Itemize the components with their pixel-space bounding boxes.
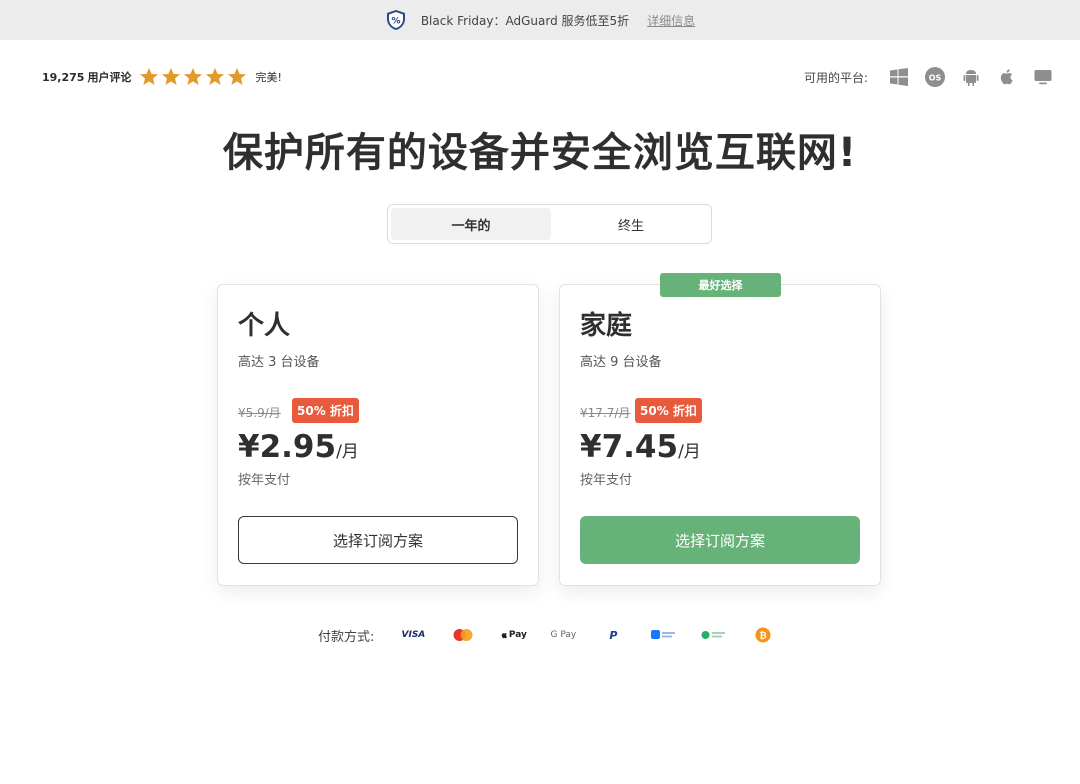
top-info-bar: 19,275 用户评论 完美! 可用的平台: OS (42, 64, 1054, 90)
plan-card-family: 家庭 高达 9 台设备 ¥17.7/月 50% 折扣 ¥7.45/月 按年支付 … (559, 284, 881, 586)
rating-stars (139, 67, 247, 87)
promo-text: Black Friday：AdGuard 服务低至5折 (420, 13, 630, 28)
plan-name: 家庭 (580, 311, 633, 341)
payment-label: 付款方式: (318, 629, 375, 645)
apple-icon[interactable] (996, 66, 1018, 88)
platforms: 可用的平台: OS (804, 66, 1054, 88)
star-icon (206, 68, 225, 85)
apple-pay-text: Pay (508, 630, 527, 640)
platforms-label: 可用的平台: (803, 70, 868, 85)
billing-note: 按年支付 (580, 473, 633, 488)
wechat-pay-icon (696, 624, 730, 646)
price-amount: ¥7.45 (580, 429, 679, 465)
plan-card-personal: 个人 高达 3 台设备 ¥5.9/月 50% 折扣 ¥2.95/月 按年支付 选… (217, 284, 539, 586)
star-icon (228, 68, 247, 85)
plan-devices: 高达 9 台设备 (580, 355, 662, 370)
alipay-icon (646, 624, 680, 646)
plan-devices: 高达 3 台设备 (238, 355, 320, 370)
review-label: 用户评论 (87, 71, 132, 84)
star-icon (140, 68, 159, 85)
reviews-summary[interactable]: 19,275 用户评论 完美! (42, 67, 282, 87)
best-choice-badge: 最好选择 (660, 273, 781, 297)
visa-icon: VISA (401, 630, 426, 640)
android-icon[interactable] (960, 66, 982, 88)
apple-pay-icon: Pay (496, 624, 530, 646)
svg-text:OS: OS (929, 74, 942, 83)
payment-methods: 付款方式: VISA Pay G Pay P ₿ (318, 624, 796, 646)
mastercard-icon (446, 624, 480, 646)
promo-banner: % Black Friday：AdGuard 服务低至5折 详细信息 (0, 0, 1080, 40)
old-price: ¥17.7/月 (580, 406, 631, 420)
shield-percent-icon: % (385, 9, 407, 31)
plan-name: 个人 (238, 311, 291, 341)
rating-word: 完美! (255, 71, 282, 84)
promo-details-link[interactable]: 详细信息 (647, 12, 695, 29)
price-amount: ¥2.95 (238, 429, 337, 465)
desktop-icon[interactable] (1032, 66, 1054, 88)
tab-lifetime[interactable]: 终生 (551, 205, 711, 243)
select-plan-button-family[interactable]: 选择订阅方案 (580, 516, 860, 564)
price-period: /月 (336, 442, 359, 462)
discount-badge: 50% 折扣 (292, 398, 359, 423)
plan-price: ¥2.95/月 (238, 429, 359, 465)
review-count: 19,275 (42, 70, 85, 84)
paypal-icon: P (609, 628, 618, 642)
billing-period-toggle: 一年的 终生 (387, 204, 712, 244)
plan-price: ¥7.45/月 (580, 429, 701, 465)
old-price: ¥5.9/月 (238, 406, 281, 420)
svg-text:₿: ₿ (760, 631, 767, 642)
billing-note: 按年支付 (238, 473, 291, 488)
windows-icon[interactable] (888, 66, 910, 88)
star-icon (162, 68, 181, 85)
bitcoin-icon: ₿ (746, 624, 780, 646)
tab-yearly[interactable]: 一年的 (391, 208, 551, 240)
page-headline: 保护所有的设备并安全浏览互联网! (222, 130, 858, 176)
google-pay-icon: G Pay (550, 630, 577, 640)
discount-badge: 50% 折扣 (635, 398, 702, 423)
select-plan-button-personal[interactable]: 选择订阅方案 (238, 516, 518, 564)
macos-icon[interactable]: OS (924, 66, 946, 88)
svg-text:%: % (391, 17, 400, 27)
price-period: /月 (678, 442, 701, 462)
star-icon (184, 68, 203, 85)
